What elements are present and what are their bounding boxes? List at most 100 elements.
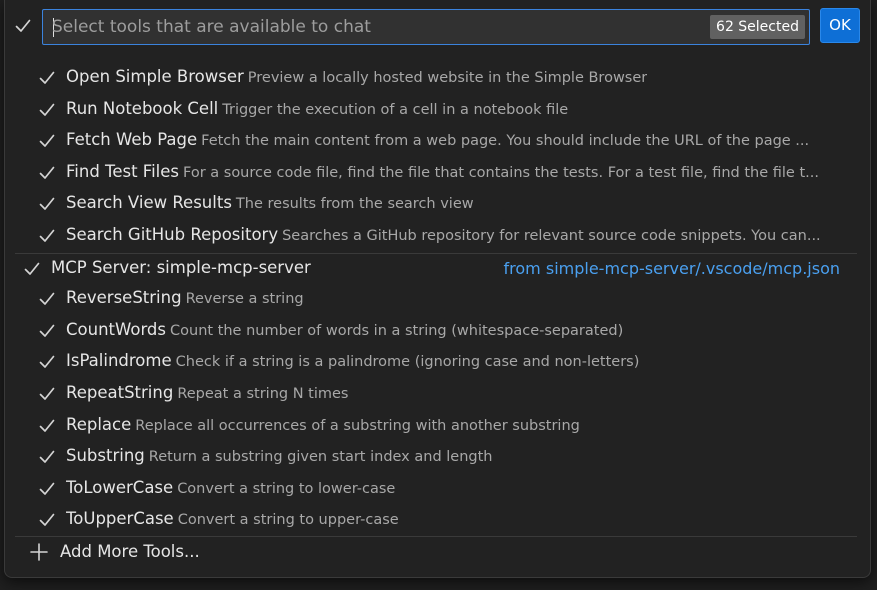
- tool-description: Repeat a string N times: [177, 386, 349, 402]
- mcp-config-link[interactable]: from simple-mcp-server/.vscode/mcp.json: [504, 259, 840, 278]
- plus-icon: [30, 543, 48, 561]
- check-icon: [39, 356, 55, 369]
- tool-description: Fetch the main content from a web page. …: [201, 133, 810, 150]
- tool-name: Replace: [66, 414, 132, 434]
- check-icon: [39, 482, 55, 495]
- tool-item[interactable]: ToUpperCase Convert a string to upper-cas…: [5, 504, 870, 535]
- check-icon: [24, 262, 40, 275]
- mcp-server-checkbox[interactable]: [22, 259, 42, 279]
- check-icon: [39, 450, 55, 464]
- tool-checkbox[interactable]: [37, 100, 57, 120]
- tool-name: IsPalindrome: [66, 351, 172, 371]
- tool-label: Fetch Web Page Fetch the main content fro…: [66, 130, 809, 149]
- add-more-tools-button[interactable]: Add More Tools...: [5, 537, 870, 569]
- select-all-checkbox[interactable]: [13, 16, 33, 36]
- tool-checkbox[interactable]: [37, 194, 57, 214]
- tool-label: ToLowerCase Convert a string to lower-cas…: [66, 478, 395, 497]
- tool-checkbox[interactable]: [37, 321, 57, 341]
- check-icon: [39, 514, 55, 527]
- check-icon: [39, 134, 55, 148]
- tool-name: Search GitHub Repository: [66, 225, 279, 244]
- tool-checkbox[interactable]: [37, 479, 57, 499]
- add-more-tools-label: Add More Tools...: [60, 542, 200, 561]
- tool-checkbox[interactable]: [37, 163, 57, 183]
- tool-item[interactable]: Find Test Files For a source code file, f…: [5, 157, 870, 188]
- tool-description: Return a substring given start index and…: [148, 449, 493, 466]
- selected-count-badge: 62 Selected: [710, 15, 805, 39]
- tool-name: Substring: [66, 446, 145, 466]
- tool-item[interactable]: Fetch Web Page Fetch the main content fro…: [5, 125, 870, 156]
- tool-label: Find Test Files For a source code file, f…: [66, 162, 819, 181]
- mcp-server-label: MCP Server: simple-mcp-server: [51, 257, 311, 277]
- tool-item[interactable]: ReverseString Reverse a string: [5, 283, 870, 314]
- tool-description: Count the number of words in a string (w…: [170, 322, 624, 339]
- check-icon: [15, 19, 31, 32]
- tool-search-input[interactable]: [43, 10, 703, 44]
- check-icon: [39, 229, 55, 242]
- tool-search-box: 62 Selected: [42, 9, 810, 45]
- tool-name: Open Simple Browser: [66, 67, 244, 86]
- tool-name: ReverseString: [66, 288, 182, 308]
- tool-item[interactable]: Search View Results The results from the …: [5, 188, 870, 219]
- tool-description: For a source code file, find the file th…: [183, 164, 819, 181]
- check-icon: [39, 419, 55, 432]
- check-icon: [39, 103, 55, 116]
- tool-description: Convert a string to lower-case: [177, 480, 396, 497]
- tool-item[interactable]: ToLowerCase Convert a string to lower-cas…: [5, 473, 870, 504]
- tool-description: Preview a locally hosted website in the …: [247, 70, 648, 86]
- check-icon: [39, 324, 55, 337]
- tool-picker-panel: 62 Selected OK Open Simple BrowserPrevie…: [4, 0, 871, 578]
- tool-checkbox[interactable]: [37, 384, 57, 404]
- tool-checkbox[interactable]: [37, 68, 57, 88]
- tool-name: ToUpperCase: [66, 509, 174, 529]
- tool-label: ReverseString Reverse a string: [66, 288, 304, 307]
- tool-description: Trigger the execution of a cell in a not…: [222, 101, 569, 118]
- tool-item[interactable]: Run Notebook Cell Trigger the execution o…: [5, 94, 870, 125]
- tool-label: CountWords Count the number of words in a…: [66, 320, 623, 339]
- tool-item[interactable]: Open Simple Browser Preview a locally hos…: [5, 62, 870, 93]
- tool-item[interactable]: Substring Return a substring given start …: [5, 441, 870, 472]
- tool-name: ToLowerCase: [66, 477, 174, 497]
- check-icon: [39, 292, 55, 306]
- tool-checkbox[interactable]: [37, 447, 57, 467]
- tool-checkbox[interactable]: [37, 352, 57, 372]
- tool-name: Find Test Files: [66, 161, 179, 181]
- tool-checkbox[interactable]: [37, 289, 57, 309]
- tool-label: Search View Results The results from the …: [66, 193, 474, 212]
- tool-description: Replace all occurrences of a substring w…: [135, 417, 580, 434]
- tool-label: Open Simple Browser Preview a locally hos…: [66, 67, 647, 86]
- tool-name: Run Notebook Cell: [66, 98, 219, 118]
- tool-description: Convert a string to upper-case: [177, 512, 399, 529]
- tool-label: Substring Return a substring given start …: [66, 446, 492, 465]
- tool-item[interactable]: Search GitHub Repository Searches a GitHu…: [5, 220, 870, 251]
- tool-description: Reverse a string: [185, 291, 304, 308]
- tool-name: Search View Results: [66, 193, 232, 213]
- picker-header: 62 Selected OK: [5, 0, 870, 54]
- tool-checkbox[interactable]: [37, 226, 57, 246]
- tool-name: Fetch Web Page: [66, 130, 198, 150]
- tool-checkbox[interactable]: [37, 416, 57, 436]
- tool-checkbox[interactable]: [37, 131, 57, 151]
- tool-label: Replace Replace all occurrences of a subs…: [66, 415, 580, 434]
- tool-description: Searches a GitHub repository for relevan…: [282, 228, 821, 244]
- tool-description: Check if a string is a palindrome (ignor…: [175, 354, 640, 371]
- tool-label: Search GitHub Repository Searches a GitHu…: [66, 225, 821, 244]
- tool-label: ToUpperCase Convert a string to upper-cas…: [66, 509, 399, 528]
- tool-name: CountWords: [66, 319, 167, 339]
- ok-button[interactable]: OK: [820, 8, 860, 43]
- tool-item[interactable]: RepeatString Repeat a string N times: [5, 378, 870, 409]
- check-icon: [39, 387, 55, 400]
- tool-label: Run Notebook Cell Trigger the execution o…: [66, 99, 568, 118]
- tool-label: IsPalindrome Check if a string is a palin…: [66, 351, 639, 370]
- tool-item[interactable]: IsPalindrome Check if a string is a palin…: [5, 346, 870, 377]
- check-icon: [39, 198, 55, 211]
- check-icon: [39, 166, 55, 179]
- tool-name: RepeatString: [66, 383, 174, 402]
- tool-label: RepeatString Repeat a string N times: [66, 383, 348, 402]
- tool-description: The results from the search view: [235, 196, 474, 213]
- mcp-server-group[interactable]: MCP Server: simple-mcp-server from simple…: [5, 253, 870, 284]
- tool-item[interactable]: Replace Replace all occurrences of a subs…: [5, 410, 870, 441]
- check-icon: [39, 71, 55, 84]
- tool-checkbox[interactable]: [37, 510, 57, 530]
- tool-item[interactable]: CountWords Count the number of words in a…: [5, 315, 870, 346]
